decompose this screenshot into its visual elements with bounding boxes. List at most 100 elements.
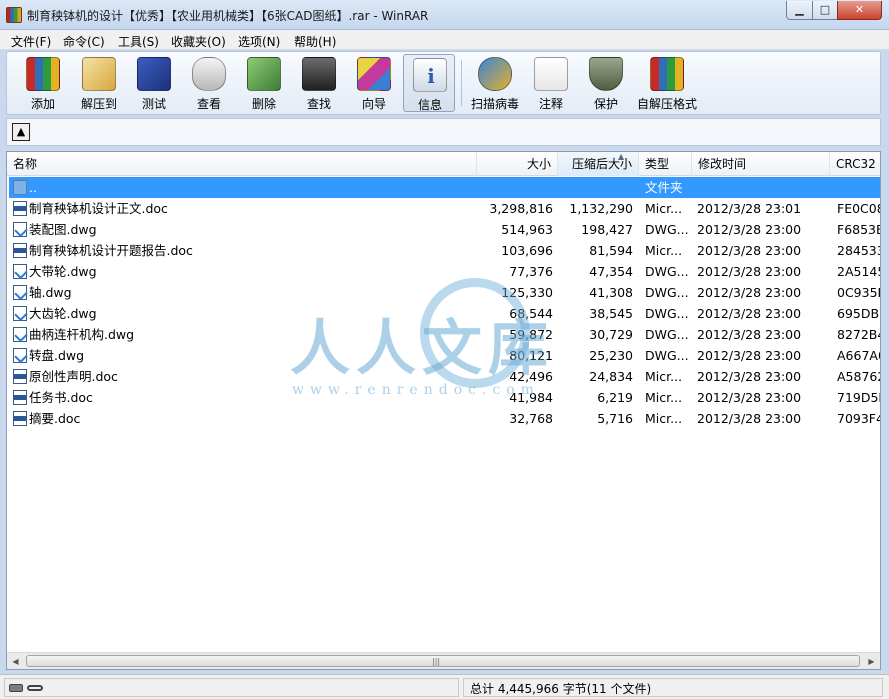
file-name: 大带轮.dwg bbox=[29, 264, 97, 279]
file-row[interactable]: 大齿轮.dwg 68,544 38,545 DWG... 2012/3/28 2… bbox=[9, 303, 880, 324]
file-name: 轴.dwg bbox=[29, 285, 72, 300]
file-size: 80,121 bbox=[509, 348, 553, 363]
close-button[interactable]: ✕ bbox=[837, 1, 882, 20]
comment-icon bbox=[534, 57, 568, 91]
status-left-pane bbox=[4, 678, 459, 697]
file-size: 514,963 bbox=[501, 222, 553, 237]
file-modified: 2012/3/28 23:00 bbox=[697, 348, 802, 363]
file-name: 曲柄连杆机构.dwg bbox=[29, 327, 135, 342]
file-row[interactable]: 原创性声明.doc 42,496 24,834 Micr... 2012/3/2… bbox=[9, 366, 881, 387]
file-name: 装配图.dwg bbox=[29, 222, 97, 237]
file-modified bbox=[697, 177, 833, 198]
drive-icon[interactable] bbox=[9, 684, 23, 692]
column-name[interactable]: 名称 bbox=[7, 152, 477, 176]
word-document-icon bbox=[13, 243, 27, 258]
file-type: DWG... bbox=[645, 306, 689, 321]
info-button[interactable]: 信息 bbox=[403, 54, 455, 112]
scroll-right-button[interactable]: ▶ bbox=[863, 653, 880, 669]
protect-button[interactable]: 保护 bbox=[580, 54, 632, 112]
maximize-button[interactable]: □ bbox=[812, 1, 838, 20]
add-button[interactable]: 添加 bbox=[17, 54, 69, 112]
find-icon bbox=[302, 57, 336, 91]
file-row[interactable]: 装配图.dwg 514,963 198,427 DWG... 2012/3/28… bbox=[9, 219, 880, 240]
sfx-button[interactable]: 自解压格式 bbox=[637, 54, 697, 112]
scroll-left-button[interactable]: ◀ bbox=[7, 653, 24, 669]
column-modified[interactable]: 修改时间 bbox=[692, 152, 830, 176]
file-name: 大齿轮.dwg bbox=[29, 306, 97, 321]
file-row[interactable]: 任务书.doc 41,984 6,219 Micr... 2012/3/28 2… bbox=[9, 387, 880, 408]
file-crc: 2845337 bbox=[837, 243, 880, 258]
file-packed-size: 24,834 bbox=[589, 369, 633, 384]
toolbar: 添加 解压到 测试 查看 删除 查找 向导 信息 扫描病毒 注释 保护 bbox=[6, 51, 881, 115]
file-name: .. bbox=[29, 180, 37, 195]
file-crc: 719D5D bbox=[837, 390, 880, 405]
file-list[interactable]: 名称 大小 ▲ 压缩后大小 类型 修改时间 CRC32 .. 文件夹 制育秧钵机… bbox=[6, 151, 881, 670]
column-type[interactable]: 类型 bbox=[639, 152, 692, 176]
protect-icon bbox=[589, 57, 623, 91]
status-summary: 总计 4,445,966 字节(11 个文件) bbox=[470, 682, 652, 696]
scrollbar-thumb[interactable]: ||| bbox=[26, 655, 860, 667]
view-icon bbox=[192, 57, 226, 91]
dwg-file-icon bbox=[13, 327, 27, 342]
sfx-label: 自解压格式 bbox=[636, 97, 697, 111]
file-packed-size: 38,545 bbox=[589, 306, 633, 321]
winrar-app-icon[interactable] bbox=[6, 7, 22, 23]
file-type: 文件夹 bbox=[645, 180, 683, 195]
menu-options[interactable]: 选项(N) bbox=[238, 33, 280, 50]
up-folder-button[interactable]: ▲ bbox=[12, 123, 30, 141]
file-modified: 2012/3/28 23:00 bbox=[697, 264, 802, 279]
key-icon[interactable] bbox=[27, 685, 43, 691]
file-type: DWG... bbox=[645, 264, 689, 279]
file-modified: 2012/3/28 23:00 bbox=[697, 222, 802, 237]
menu-commands[interactable]: 命令(C) bbox=[63, 33, 105, 50]
file-row[interactable]: 曲柄连杆机构.dwg 59,872 30,729 DWG... 2012/3/2… bbox=[9, 324, 880, 345]
file-row[interactable]: 制育秧钵机设计开题报告.doc 103,696 81,594 Micr... 2… bbox=[9, 240, 880, 261]
file-name: 制育秧钵机设计正文.doc bbox=[29, 201, 168, 216]
column-packed-size[interactable]: ▲ 压缩后大小 bbox=[558, 152, 639, 176]
file-modified: 2012/3/28 23:00 bbox=[697, 306, 802, 321]
file-name: 摘要.doc bbox=[29, 411, 81, 426]
file-type: DWG... bbox=[645, 222, 689, 237]
virus-scan-icon bbox=[478, 57, 512, 91]
file-size: 68,544 bbox=[509, 306, 553, 321]
file-packed-size: 6,219 bbox=[597, 390, 633, 405]
menu-file[interactable]: 文件(F) bbox=[11, 33, 51, 50]
file-modified: 2012/3/28 23:00 bbox=[697, 285, 802, 300]
file-type: Micr... bbox=[645, 369, 683, 384]
dwg-file-icon bbox=[13, 222, 27, 237]
minimize-button[interactable]: ▁ bbox=[786, 1, 813, 20]
file-row[interactable]: 轴.dwg 125,330 41,308 DWG... 2012/3/28 23… bbox=[9, 282, 880, 303]
file-row-parent[interactable]: .. 文件夹 bbox=[9, 177, 880, 198]
file-name: 原创性声明.doc bbox=[29, 369, 118, 384]
menu-help[interactable]: 帮助(H) bbox=[294, 33, 336, 50]
word-document-icon bbox=[13, 390, 27, 405]
file-crc: A58762 bbox=[837, 369, 881, 384]
file-modified: 2012/3/28 23:00 bbox=[697, 327, 802, 342]
file-modified: 2012/3/28 23:01 bbox=[697, 201, 802, 216]
file-row[interactable]: 转盘.dwg 80,121 25,230 DWG... 2012/3/28 23… bbox=[9, 345, 880, 366]
add-archive-icon bbox=[26, 57, 60, 91]
file-modified: 2012/3/28 23:00 bbox=[697, 411, 802, 426]
file-row[interactable]: 制育秧钵机设计正文.doc 3,298,816 1,132,290 Micr..… bbox=[9, 198, 880, 219]
sort-arrow-icon: ▲ bbox=[618, 152, 625, 161]
file-row[interactable]: 摘要.doc 32,768 5,716 Micr... 2012/3/28 23… bbox=[9, 408, 880, 429]
virus-scan-button[interactable]: 扫描病毒 bbox=[469, 54, 521, 112]
menu-tools[interactable]: 工具(S) bbox=[118, 33, 159, 50]
horizontal-scrollbar[interactable]: ◀ ||| ▶ bbox=[7, 652, 880, 669]
file-size: 103,696 bbox=[501, 243, 553, 258]
file-row[interactable]: 大带轮.dwg 77,376 47,354 DWG... 2012/3/28 2… bbox=[9, 261, 880, 282]
info-icon bbox=[413, 58, 448, 92]
file-size: 3,298,816 bbox=[489, 201, 553, 216]
column-size[interactable]: 大小 bbox=[477, 152, 558, 176]
file-type: Micr... bbox=[645, 390, 683, 405]
file-packed-size: 5,716 bbox=[597, 411, 633, 426]
wizard-button[interactable]: 向导 bbox=[348, 54, 400, 112]
file-size bbox=[479, 177, 553, 198]
menu-favorites[interactable]: 收藏夹(O) bbox=[171, 33, 226, 50]
dwg-file-icon bbox=[13, 306, 27, 321]
column-crc32[interactable]: CRC32 bbox=[830, 152, 880, 176]
file-packed-size: 25,230 bbox=[589, 348, 633, 363]
info-label: 信息 bbox=[417, 98, 442, 112]
file-modified: 2012/3/28 23:00 bbox=[697, 369, 802, 384]
file-type: Micr... bbox=[645, 411, 683, 426]
